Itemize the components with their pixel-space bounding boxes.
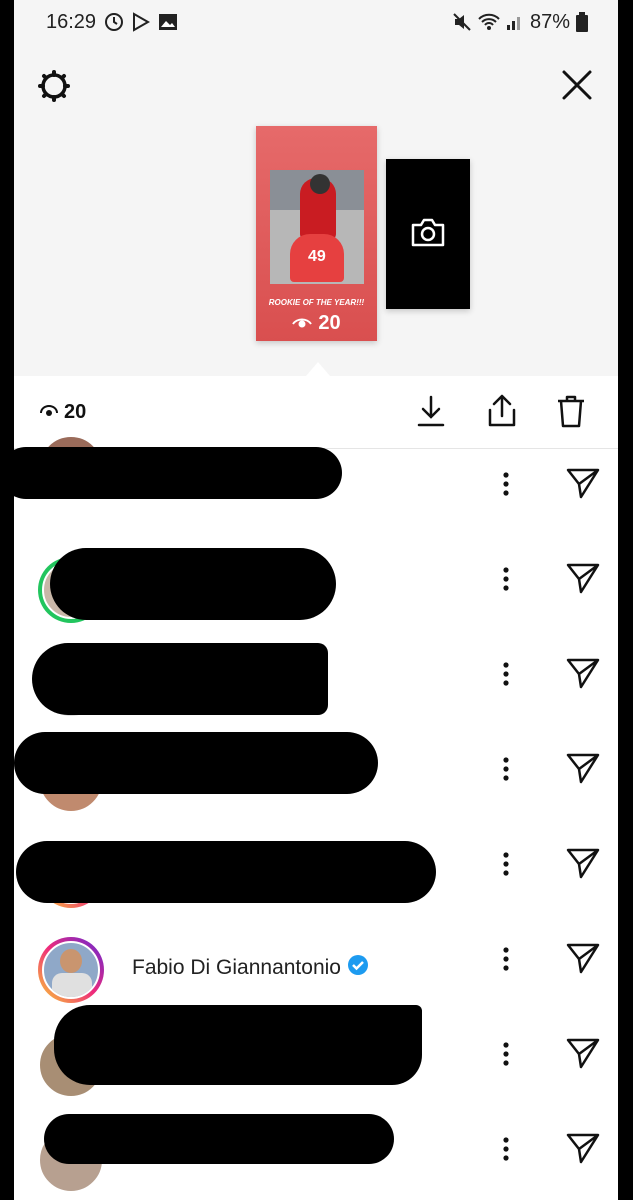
- play-store-icon: [132, 12, 151, 32]
- redaction: [14, 732, 378, 794]
- redaction: [54, 1005, 422, 1085]
- wifi-icon: [478, 13, 500, 31]
- viewers-count-label: 20: [64, 400, 87, 423]
- mute-icon: [452, 12, 472, 32]
- viewer-name-label: Fabio Di Giannantonio: [132, 956, 341, 979]
- story-photo: 49: [270, 170, 364, 284]
- story-caption: ROOKIE OF THE YEAR!!!: [268, 298, 365, 307]
- battery-icon: [576, 12, 588, 32]
- story-views-label: 20: [318, 312, 341, 334]
- status-time: 16:29: [46, 10, 97, 33]
- more-options-icon[interactable]: [502, 1136, 510, 1167]
- viewer-row[interactable]: [14, 1005, 618, 1114]
- viewer-name[interactable]: Fabio Di Giannantonio: [132, 954, 369, 982]
- add-story-card[interactable]: [386, 159, 470, 309]
- redaction: [16, 841, 436, 903]
- viewer-row[interactable]: [14, 1114, 618, 1200]
- eye-icon: [292, 312, 313, 335]
- redaction: [44, 1114, 394, 1164]
- viewer-row[interactable]: [14, 732, 618, 829]
- story-thumbnail[interactable]: 49 ROOKIE OF THE YEAR!!! 20: [256, 126, 377, 341]
- avatar[interactable]: [38, 937, 104, 1003]
- verified-badge-icon: [347, 954, 369, 982]
- more-options-icon[interactable]: [502, 471, 510, 502]
- send-icon[interactable]: [566, 752, 600, 789]
- viewer-row[interactable]: [14, 639, 618, 734]
- story-viewers-screen: 16:29 87% 49 ROOKIE OF THE YEAR!!! 20 20…: [14, 0, 618, 1200]
- redaction: [50, 548, 336, 620]
- gear-icon[interactable]: [36, 68, 72, 109]
- send-icon[interactable]: [566, 467, 600, 504]
- more-options-icon[interactable]: [502, 756, 510, 787]
- story-view-count: 20: [256, 312, 377, 335]
- viewer-row[interactable]: [14, 435, 618, 544]
- send-icon[interactable]: [566, 942, 600, 979]
- viewer-row[interactable]: [14, 544, 618, 639]
- close-icon[interactable]: [560, 68, 594, 107]
- trash-icon[interactable]: [556, 394, 586, 433]
- more-options-icon[interactable]: [502, 1041, 510, 1072]
- send-icon[interactable]: [566, 657, 600, 694]
- viewer-row[interactable]: [14, 829, 618, 924]
- bike-number: 49: [308, 248, 326, 265]
- story-preview-area: 49 ROOKIE OF THE YEAR!!! 20: [14, 44, 618, 376]
- image-icon: [158, 13, 178, 31]
- send-icon[interactable]: [566, 562, 600, 599]
- viewers-count: 20: [40, 401, 86, 424]
- more-options-icon[interactable]: [502, 566, 510, 597]
- download-icon[interactable]: [416, 394, 446, 433]
- more-options-icon[interactable]: [502, 661, 510, 692]
- send-icon[interactable]: [566, 1132, 600, 1169]
- eye-icon: [40, 401, 58, 424]
- share-icon[interactable]: [486, 394, 518, 433]
- redaction: [32, 643, 328, 715]
- battery-percent: 87%: [529, 10, 570, 33]
- status-bar: 16:29 87%: [14, 0, 618, 44]
- send-icon[interactable]: [566, 847, 600, 884]
- more-options-icon[interactable]: [502, 851, 510, 882]
- selection-pointer: [306, 362, 330, 376]
- more-options-icon[interactable]: [502, 946, 510, 977]
- clock-icon: [104, 12, 124, 32]
- send-icon[interactable]: [566, 1037, 600, 1074]
- viewers-toolbar: 20: [14, 376, 618, 449]
- signal-icon: [506, 13, 524, 31]
- redaction: [14, 447, 342, 499]
- camera-icon: [410, 217, 446, 252]
